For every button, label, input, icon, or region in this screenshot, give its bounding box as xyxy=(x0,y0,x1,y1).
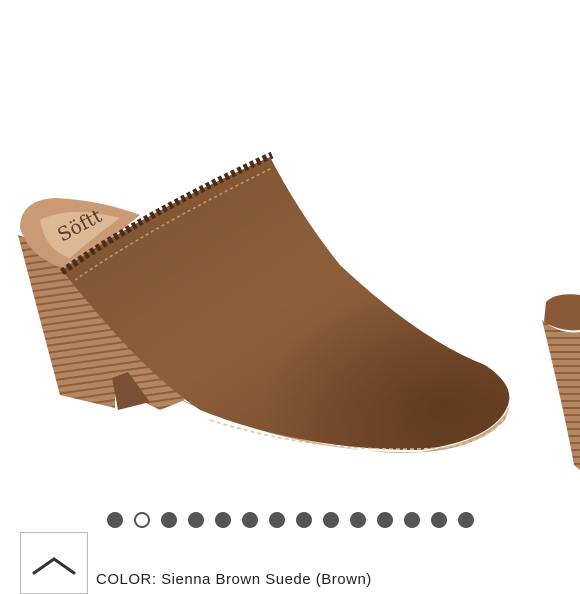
carousel-dot[interactable] xyxy=(322,512,339,528)
carousel-dot[interactable] xyxy=(349,512,366,528)
carousel-dot[interactable] xyxy=(106,512,123,528)
carousel-dot[interactable] xyxy=(295,512,312,528)
product-image-carousel[interactable]: Söftt xyxy=(0,0,580,500)
carousel-pagination xyxy=(0,512,580,528)
carousel-dot[interactable] xyxy=(376,512,393,528)
carousel-dot[interactable] xyxy=(214,512,231,528)
carousel-dot[interactable] xyxy=(430,512,447,528)
carousel-dot[interactable] xyxy=(457,512,474,528)
product-image: Söftt xyxy=(18,151,512,453)
chevron-up-icon xyxy=(32,557,76,575)
scroll-to-top-button[interactable] xyxy=(20,532,88,594)
next-product-image-peek xyxy=(542,294,580,470)
carousel-dot[interactable] xyxy=(160,512,177,528)
carousel-dot[interactable] xyxy=(403,512,420,528)
carousel-dot[interactable] xyxy=(268,512,285,528)
carousel-dot[interactable] xyxy=(187,512,204,528)
carousel-dot[interactable] xyxy=(241,512,258,528)
carousel-dot[interactable] xyxy=(133,512,150,528)
